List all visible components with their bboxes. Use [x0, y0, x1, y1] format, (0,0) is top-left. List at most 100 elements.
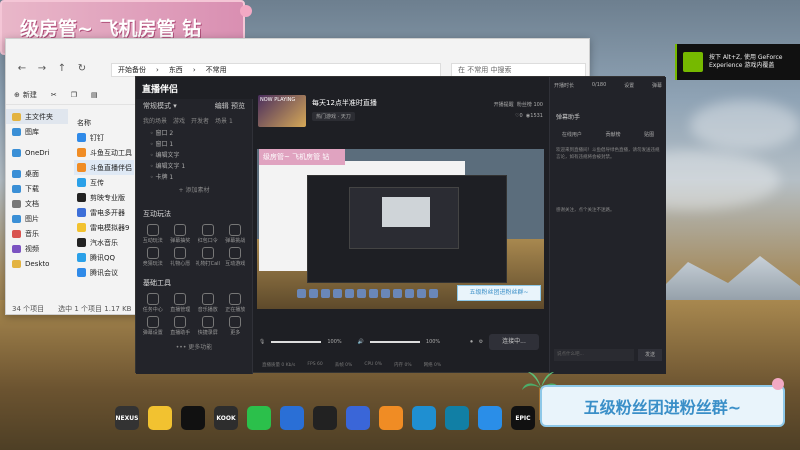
game-controller-icon[interactable] — [181, 406, 205, 430]
edge-icon[interactable] — [412, 406, 436, 430]
nav-item[interactable]: 桌面 — [6, 166, 68, 181]
file-row[interactable]: 腾讯会议 — [74, 265, 134, 280]
tool-button[interactable]: 直播助手 — [168, 316, 194, 336]
file-row[interactable]: 雷电多开器 — [74, 205, 134, 220]
microphone-icon[interactable]: 🎙 — [259, 339, 265, 345]
nav-item[interactable]: 下载 — [6, 181, 68, 196]
epic-icon[interactable]: EPIC — [511, 406, 535, 430]
steam-like-icon[interactable] — [445, 406, 469, 430]
column-header[interactable]: 名称 — [74, 115, 134, 130]
tool-button[interactable]: 音乐播放 — [195, 293, 221, 313]
tab-preview[interactable]: 预览 — [231, 102, 245, 110]
breadcrumb-item[interactable]: 开始备份 — [118, 65, 146, 75]
explorer-icon[interactable] — [148, 406, 172, 430]
mode-selector[interactable]: 常规模式 ▾ — [143, 101, 177, 111]
cut-icon[interactable]: ✂ — [51, 91, 57, 99]
douyu-icon[interactable] — [379, 406, 403, 430]
fan-rank-button[interactable]: 粉丝榜 100 — [517, 102, 543, 108]
nexus-icon[interactable]: NEXUS — [115, 406, 139, 430]
search-input[interactable]: 在 不常用 中搜索 — [451, 63, 586, 77]
capture-icon[interactable] — [346, 406, 370, 430]
file-row[interactable]: 腾讯QQ — [74, 250, 134, 265]
danmu-send-button[interactable]: 发送 — [638, 349, 662, 361]
tool-button[interactable]: 礼物心愿 — [168, 247, 194, 267]
start-live-button[interactable]: 连接中... — [489, 334, 539, 350]
breadcrumb-item[interactable]: 东西 — [169, 65, 183, 75]
nav-item[interactable]: 图库 — [6, 124, 68, 139]
status-bar: 34 个项目 选中 1 个项目 1.17 KB — [12, 304, 131, 314]
refresh-icon[interactable]: ↻ — [76, 63, 88, 75]
up-arrow-icon[interactable]: ↑ — [56, 63, 68, 75]
tool-button[interactable]: 快捷录屏 — [195, 316, 221, 336]
file-name: 汽水音乐 — [90, 238, 118, 247]
address-bar[interactable]: 开始备份 › 东西 › 不常用 — [111, 63, 441, 77]
room-category[interactable]: 热门游戏 · 天刀 — [312, 112, 355, 121]
tab-stickers[interactable]: 贴图 — [644, 131, 654, 138]
speaker-volume-slider[interactable] — [369, 341, 420, 343]
new-button[interactable]: ⊕ 新建 — [14, 90, 37, 100]
tool-button[interactable]: 正在播放 — [223, 293, 249, 313]
nav-item[interactable]: 文档 — [6, 196, 68, 211]
paste-icon[interactable]: ▤ — [91, 91, 98, 99]
more-functions-button[interactable]: ••• 更多功能 — [136, 342, 252, 351]
nav-item[interactable]: 主文件夹 — [6, 109, 68, 124]
scene-tab[interactable]: 开发者 — [191, 116, 209, 125]
stream-reminder-button[interactable]: 开播提醒 — [494, 102, 514, 108]
tool-button[interactable]: 更多 — [223, 316, 249, 336]
bot-icon[interactable] — [280, 406, 304, 430]
scene-tab[interactable]: 场景 1 — [215, 116, 233, 125]
room-cover-image[interactable]: NOW PLAYING — [258, 95, 306, 127]
tool-button[interactable]: 竞猜玩法 — [140, 247, 166, 267]
nav-item[interactable]: Deskto — [6, 256, 68, 271]
kook-icon[interactable]: KOOK — [214, 406, 238, 430]
file-row[interactable]: 汽水音乐 — [74, 235, 134, 250]
windows-icon[interactable] — [478, 406, 502, 430]
copy-icon[interactable]: ❐ — [71, 91, 77, 99]
qq-icon[interactable] — [313, 406, 337, 430]
tab-edit[interactable]: 编辑 — [215, 102, 229, 110]
tool-button[interactable]: 弹幕设置 — [140, 316, 166, 336]
nav-item[interactable]: 图片 — [6, 211, 68, 226]
tab-online-users[interactable]: 在线用户 — [562, 131, 582, 138]
record-icon[interactable]: ⏺ — [470, 339, 473, 345]
geforce-overlay-toast[interactable]: 按下 Alt+Z, 使用 GeForce Experience 游戏内覆盖 — [675, 44, 800, 80]
breadcrumb-item[interactable]: 不常用 — [206, 65, 227, 75]
tool-button[interactable]: 直播管理 — [168, 293, 194, 313]
scene-tab[interactable]: 游戏 — [173, 116, 185, 125]
scene-source-item[interactable]: ◦ 卡牌 1 — [136, 172, 252, 183]
nav-item[interactable]: 音乐 — [6, 226, 68, 241]
scene-tab[interactable]: 我的场景 — [143, 116, 167, 125]
nav-item[interactable]: OneDri — [6, 145, 68, 160]
settings-icon[interactable]: ⚙ — [479, 339, 483, 345]
tool-button[interactable]: 弹幕挑战 — [223, 224, 249, 244]
back-arrow-icon[interactable]: ← — [16, 63, 28, 75]
nav-item[interactable]: 视频 — [6, 241, 68, 256]
forward-arrow-icon[interactable]: → — [36, 63, 48, 75]
wechat-icon[interactable] — [247, 406, 271, 430]
file-row[interactable]: 互传 — [74, 175, 134, 190]
scene-source-item[interactable]: ◦ 编辑文字 1 — [136, 161, 252, 172]
file-row[interactable]: 雷电模拟器9 — [74, 220, 134, 235]
stream-preview[interactable]: 级房管~ 飞机房管 钻 五级粉丝团进粉丝群~ — [257, 149, 544, 309]
scene-source-item[interactable]: ◦ 编辑文字 — [136, 150, 252, 161]
file-row[interactable]: 钉钉 — [74, 130, 134, 145]
douyu-live-companion-window[interactable]: 直播伴侣 常规模式 ▾ 编辑 预览 我的场景 游戏 开发者 场景 1 ◦ 窗口 … — [135, 76, 666, 374]
mic-volume-slider[interactable] — [271, 341, 322, 343]
scene-source-item[interactable]: ◦ 窗口 1 — [136, 139, 252, 150]
tool-button[interactable]: 红包口令 — [195, 224, 221, 244]
file-row[interactable]: 剪映专业版 — [74, 190, 134, 205]
tab-contribution[interactable]: 贡献榜 — [605, 131, 620, 138]
file-row[interactable]: 斗鱼互动工具 — [74, 145, 134, 160]
tool-button[interactable]: 互动玩法 — [140, 224, 166, 244]
tool-button[interactable]: 礼物打Call — [195, 247, 221, 267]
scene-source-item[interactable]: ◦ 窗口 2 — [136, 128, 252, 139]
speaker-icon[interactable]: 🔊 — [358, 339, 364, 345]
add-source-button[interactable]: + 添加素材 — [136, 185, 252, 194]
tool-button[interactable]: 互动游戏 — [223, 247, 249, 267]
tool-button[interactable]: 任务中心 — [140, 293, 166, 313]
danmu-link[interactable]: 弹幕 — [652, 82, 662, 89]
tool-button[interactable]: 弹幕抽奖 — [168, 224, 194, 244]
danmu-input[interactable]: 说点什么吧... — [554, 349, 634, 361]
file-row[interactable]: 斗鱼直播伴侣 — [74, 160, 134, 175]
settings-link[interactable]: 设置 — [624, 82, 634, 89]
